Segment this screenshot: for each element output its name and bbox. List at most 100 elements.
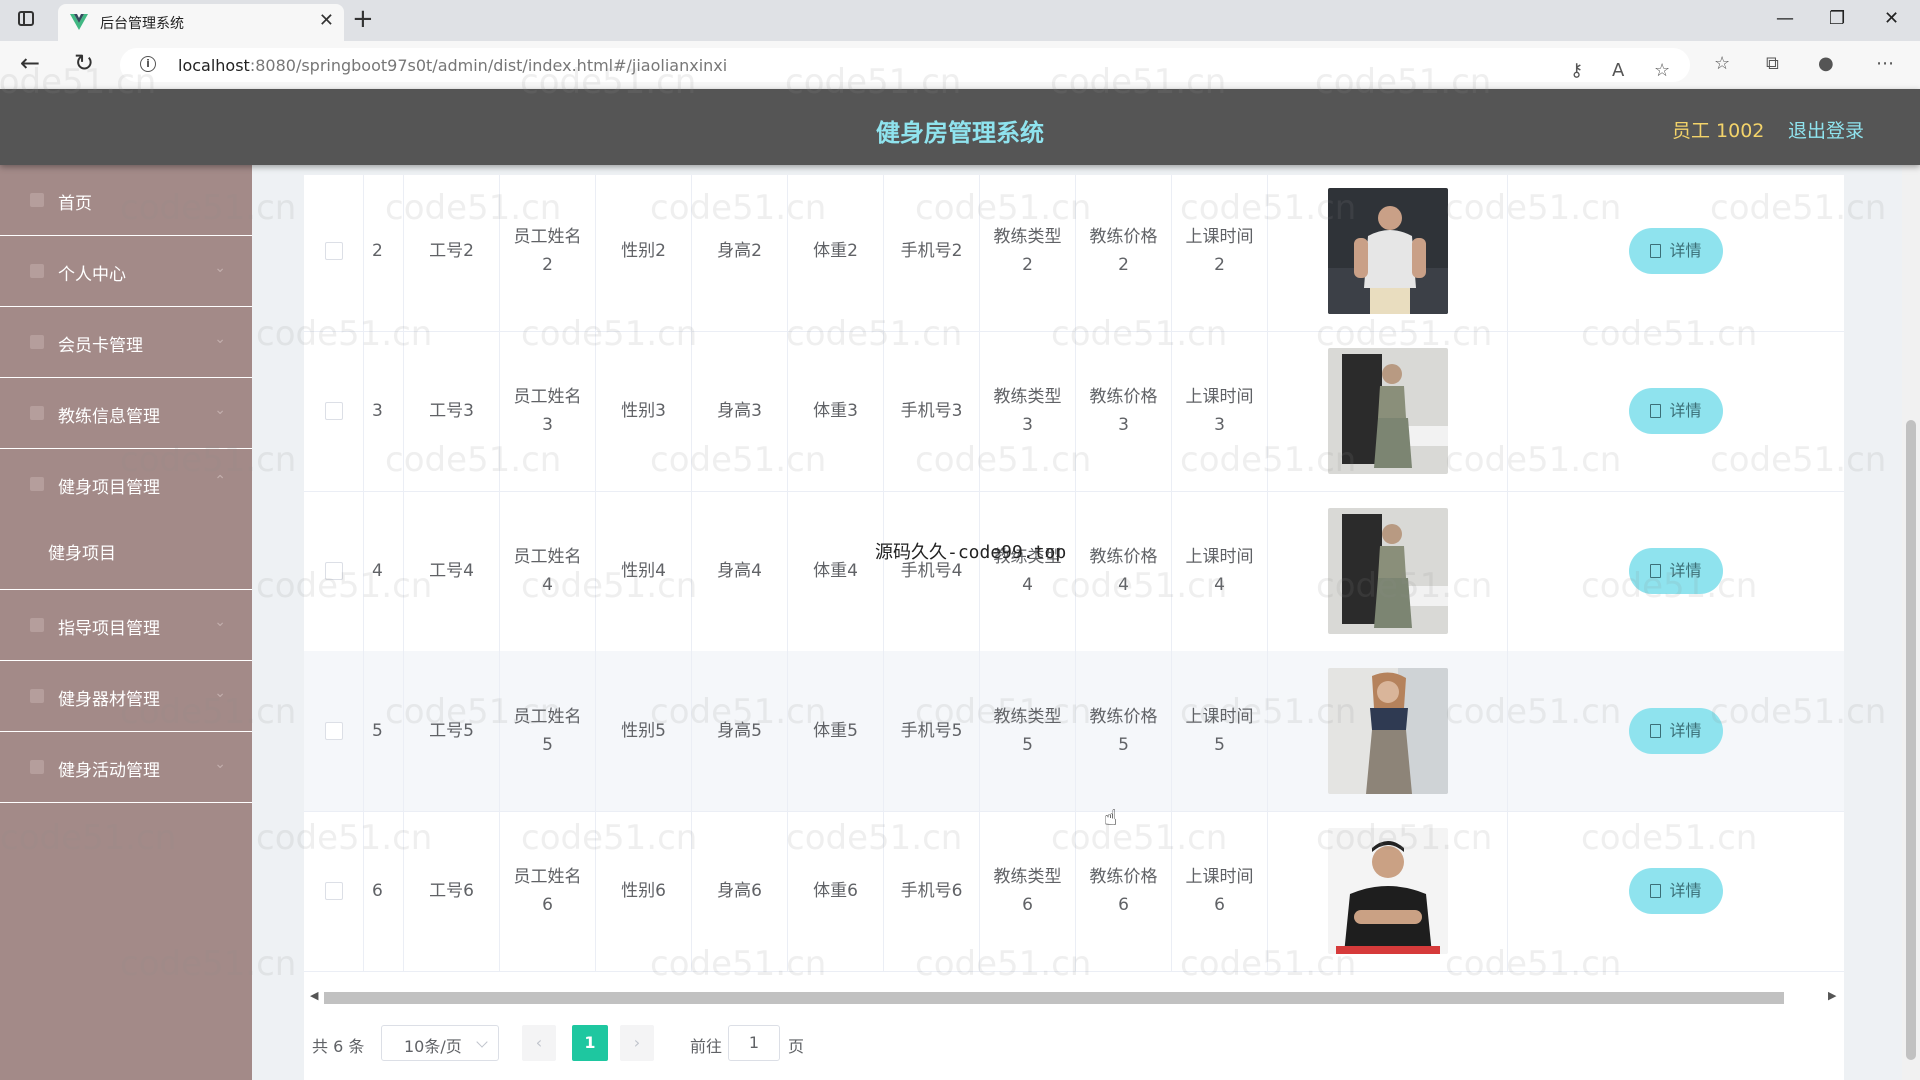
chevron-down-icon: ⌄ (214, 756, 226, 772)
row-checkbox[interactable] (324, 242, 343, 260)
photo-cell (1268, 491, 1508, 651)
detail-button[interactable]: 详情 (1629, 388, 1723, 434)
coach-price-value: 4 (1118, 575, 1129, 595)
coach-price-cell: 教练价格 5 (1076, 651, 1172, 811)
sidebar-item-profile[interactable]: 个人中心 ⌄ (0, 236, 252, 307)
row-checkbox[interactable] (324, 562, 343, 580)
sidebar-item-activities[interactable]: 健身活动管理 ⌄ (0, 732, 252, 803)
class-time-value: 2 (1214, 255, 1225, 275)
phone-cell: 手机号5 (884, 651, 980, 811)
sidebar-item-coach-info[interactable]: 教练信息管理 ⌄ (0, 378, 252, 449)
chevron-up-icon: ⌃ (214, 473, 226, 489)
reload-icon[interactable]: ↻ (74, 49, 94, 77)
detail-button[interactable]: 详情 (1629, 548, 1723, 594)
detail-button[interactable]: 详情 (1629, 708, 1723, 754)
vertical-scrollbar[interactable] (1902, 165, 1920, 1080)
detail-button[interactable]: 详情 (1629, 868, 1723, 914)
coach-icon (30, 406, 44, 420)
coach-photo (1327, 508, 1448, 634)
row-select-cell (304, 331, 364, 491)
action-cell: 详情 (1508, 331, 1844, 491)
sex-cell: 性别2 (596, 175, 692, 331)
height-cell: 身高6 (692, 811, 788, 971)
row-select-cell (304, 175, 364, 331)
chevron-down-icon (476, 1036, 488, 1048)
phone-cell: 手机号4 (884, 491, 980, 651)
action-cell: 详情 (1508, 175, 1844, 331)
sex-cell: 性别5 (596, 651, 692, 811)
restore-icon[interactable]: ❐ (1829, 8, 1845, 29)
class-time-value: 6 (1214, 895, 1225, 915)
coach-type-label: 教练类型 (993, 227, 1062, 247)
height-cell: 身高3 (692, 331, 788, 491)
close-icon[interactable]: ✕ (319, 10, 334, 31)
sidebar: 首页 个人中心 ⌄ 会员卡管理 ⌄ 教练信息管理 ⌄ 健身项目管理 ⌃ 健身项目… (0, 165, 252, 1080)
address-bar[interactable]: i localhost:8080/springboot97s0t/admin/d… (120, 48, 1690, 82)
browser-tab-strip: 后台管理系统 ✕ + — ❐ ✕ (0, 0, 1920, 41)
sidebar-item-guidance-projects[interactable]: 指导项目管理 ⌄ (0, 590, 252, 661)
page-number-active[interactable]: 1 (572, 1025, 608, 1061)
sidebar-subitem-fitness-project[interactable]: 健身项目 (48, 539, 116, 564)
url-text: localhost:8080/springboot97s0t/admin/dis… (178, 56, 727, 75)
minimize-icon[interactable]: — (1776, 8, 1794, 29)
coach-type-value: 6 (1022, 895, 1033, 915)
coach-price-label: 教练价格 (1089, 387, 1158, 407)
next-page-button[interactable]: › (620, 1025, 654, 1061)
name-cell: 员工姓名 6 (500, 811, 596, 971)
coach-price-label: 教练价格 (1089, 227, 1158, 247)
page-title: 健身房管理系统 (876, 119, 1044, 147)
back-icon[interactable]: ← (20, 49, 40, 77)
add-favorite-icon[interactable]: ☆ (1654, 60, 1670, 81)
goto-page-input[interactable]: 1 (728, 1025, 780, 1061)
detail-label: 详情 (1669, 561, 1702, 580)
sidebar-item-label: 教练信息管理 (58, 407, 160, 427)
goto-label: 前往 (690, 1037, 723, 1056)
coach-type-cell: 教练类型 5 (980, 651, 1076, 811)
total-count: 共 6 条 (312, 1037, 365, 1056)
horizontal-scrollbar[interactable]: ◀ ▶ (304, 989, 1844, 1007)
coach-type-label: 教练类型 (993, 707, 1062, 727)
coach-type-label: 教练类型 (993, 867, 1062, 887)
table-row: 3 工号3 员工姓名 3 性别3 身高3 体重3 手机号3 教练类型 3 教练价格 3… (304, 331, 1844, 492)
prev-page-button[interactable]: ‹ (522, 1025, 556, 1061)
sidebar-item-fitness-projects[interactable]: 健身项目管理 ⌃ 健身项目 (0, 449, 252, 590)
read-aloud-icon[interactable]: A (1612, 60, 1624, 81)
address-toolbar: ← ↻ i localhost:8080/springboot97s0t/adm… (0, 41, 1920, 90)
url-host: localhost (178, 56, 250, 75)
page-size-select[interactable]: 10条/页 (381, 1025, 499, 1061)
scroll-right-icon[interactable]: ▶ (1828, 989, 1836, 1002)
photo-cell (1268, 331, 1508, 491)
name-cell: 员工姓名 4 (500, 491, 596, 651)
collections-icon[interactable]: ⧉ (1766, 53, 1779, 74)
logout-link[interactable]: 退出登录 (1788, 116, 1864, 143)
sex-cell: 性别4 (596, 491, 692, 651)
new-tab-icon[interactable]: + (352, 4, 374, 34)
gonghao-cell: 工号6 (404, 811, 500, 971)
sidebar-item-membership-cards[interactable]: 会员卡管理 ⌄ (0, 307, 252, 378)
sidebar-item-home[interactable]: 首页 (0, 165, 252, 236)
gonghao-cell: 工号4 (404, 491, 500, 651)
window-close-icon[interactable]: ✕ (1884, 8, 1899, 29)
row-checkbox[interactable] (324, 722, 343, 740)
chevron-down-icon: ⌄ (214, 260, 226, 276)
coach-price-value: 3 (1118, 415, 1129, 435)
photo-cell (1268, 811, 1508, 971)
favorites-icon[interactable]: ☆ (1714, 53, 1730, 74)
document-icon (1650, 404, 1662, 418)
browser-tab[interactable]: 后台管理系统 ✕ (58, 4, 344, 41)
row-checkbox[interactable] (324, 882, 343, 900)
more-menu-icon[interactable]: ⋯ (1876, 53, 1894, 74)
coach-type-value: 4 (1022, 575, 1033, 595)
row-checkbox[interactable] (324, 402, 343, 420)
password-key-icon[interactable]: ⚷ (1570, 60, 1583, 81)
vertical-scrollbar-thumb[interactable] (1906, 420, 1916, 1060)
scroll-left-icon[interactable]: ◀ (310, 989, 318, 1002)
sidebar-item-equipment[interactable]: 健身器材管理 ⌄ (0, 661, 252, 732)
profile-avatar-icon[interactable]: ● (1818, 53, 1834, 74)
info-icon[interactable]: i (140, 56, 156, 72)
sidebar-toggle-icon[interactable] (18, 11, 34, 26)
class-time-cell: 上课时间 4 (1172, 491, 1268, 651)
scrollbar-thumb[interactable] (324, 992, 1784, 1004)
detail-button[interactable]: 详情 (1629, 228, 1723, 274)
coach-type-value: 2 (1022, 255, 1033, 275)
